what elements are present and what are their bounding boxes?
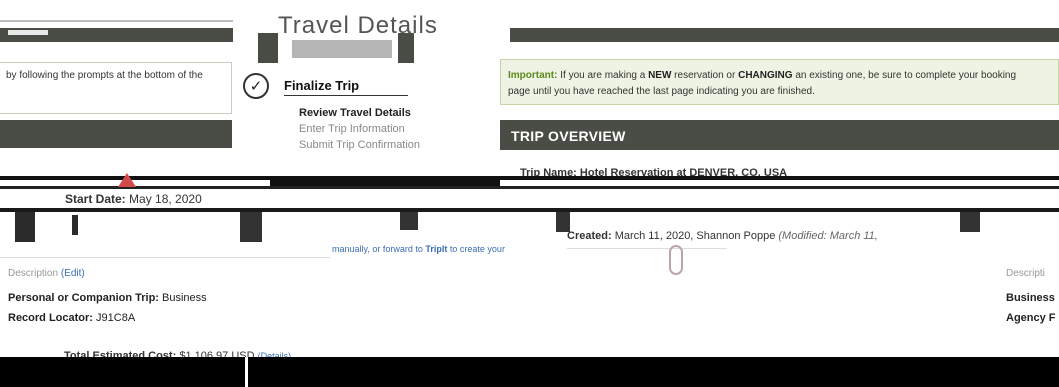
glitch-block	[72, 215, 78, 235]
companion-label: Personal or Companion Trip:	[8, 292, 159, 304]
finalize-rule	[284, 95, 408, 96]
glitch-block	[400, 212, 418, 230]
left-info-text: by following the prompts at the bottom o…	[6, 70, 203, 81]
glitch-band	[0, 186, 1059, 189]
companion-value: Business	[162, 292, 207, 304]
created-value: March 11, 2020, Shannon Poppe	[614, 230, 776, 242]
glitch-block	[258, 33, 278, 63]
important-notice-text: Important: If you are making a NEW reser…	[508, 68, 1056, 100]
description-line: Description (Edit)	[8, 268, 85, 279]
important-text-part: an existing one, be sure to complete you…	[792, 70, 1017, 81]
important-new-word: NEW	[648, 70, 672, 81]
finalize-trip-title: Finalize Trip	[284, 78, 360, 93]
paperclip-icon	[669, 245, 683, 275]
modified-text: (Modified: March 11,	[778, 230, 878, 242]
tripit-text-part: manually, or forward to	[332, 244, 423, 254]
wizard-step-review[interactable]: Review Travel Details	[299, 107, 411, 119]
created-label: Created:	[567, 230, 612, 242]
right-agency-label: Agency F	[1006, 312, 1056, 324]
glitch-block	[240, 212, 262, 242]
wizard-step-submit[interactable]: Submit Trip Confirmation	[299, 139, 420, 151]
record-locator-line: Record Locator: J91C8A	[8, 312, 135, 324]
description-label: Description	[8, 268, 59, 279]
important-text-part: reservation or	[671, 70, 739, 81]
tripit-link[interactable]: TripIt	[425, 244, 447, 254]
left-section-header	[0, 120, 232, 148]
important-text-part: page until you have reached the last pag…	[508, 86, 815, 97]
important-changing-word: CHANGING	[738, 70, 793, 81]
start-date-value: May 18, 2020	[129, 192, 202, 206]
glitch-block	[292, 40, 392, 58]
trip-overview-title: TRIP OVERVIEW	[511, 128, 626, 144]
divider	[0, 257, 330, 258]
glitch-block	[556, 212, 570, 232]
top-left-rule	[0, 20, 233, 22]
record-locator-value: J91C8A	[96, 312, 136, 324]
companion-trip-line: Personal or Companion Trip: Business	[8, 292, 207, 304]
tripit-text-part: to create your	[449, 244, 505, 254]
glitch-band	[0, 208, 1059, 212]
right-description-label: Descripti	[1006, 268, 1045, 279]
bottom-black-region	[0, 357, 245, 387]
edit-description-link[interactable]: (Edit)	[61, 268, 85, 279]
tripit-instructions: manually, or forward to TripIt to create…	[332, 244, 562, 255]
divider	[567, 248, 727, 249]
bottom-black-region	[248, 357, 1059, 387]
start-date: Start Date: May 18, 2020	[65, 192, 202, 206]
important-label: Important:	[508, 70, 558, 81]
warning-triangle-icon	[118, 173, 136, 187]
top-right-header-bar	[510, 28, 1059, 42]
checkmark-icon: ✓	[243, 73, 269, 99]
glitch-block	[270, 176, 500, 186]
right-business-label: Business	[1006, 292, 1055, 304]
glitch-block	[398, 33, 414, 63]
wizard-step-enter-info[interactable]: Enter Trip Information	[299, 123, 405, 135]
start-date-label: Start Date:	[65, 192, 126, 206]
glitch-block	[960, 212, 980, 232]
record-locator-label: Record Locator:	[8, 312, 93, 324]
important-text-part: If you are making a	[557, 70, 649, 81]
glitch-block	[15, 212, 35, 242]
glitch-band	[0, 176, 1059, 180]
top-left-header-bar	[0, 28, 233, 42]
created-line: Created: March 11, 2020, Shannon Poppe (…	[567, 230, 878, 242]
